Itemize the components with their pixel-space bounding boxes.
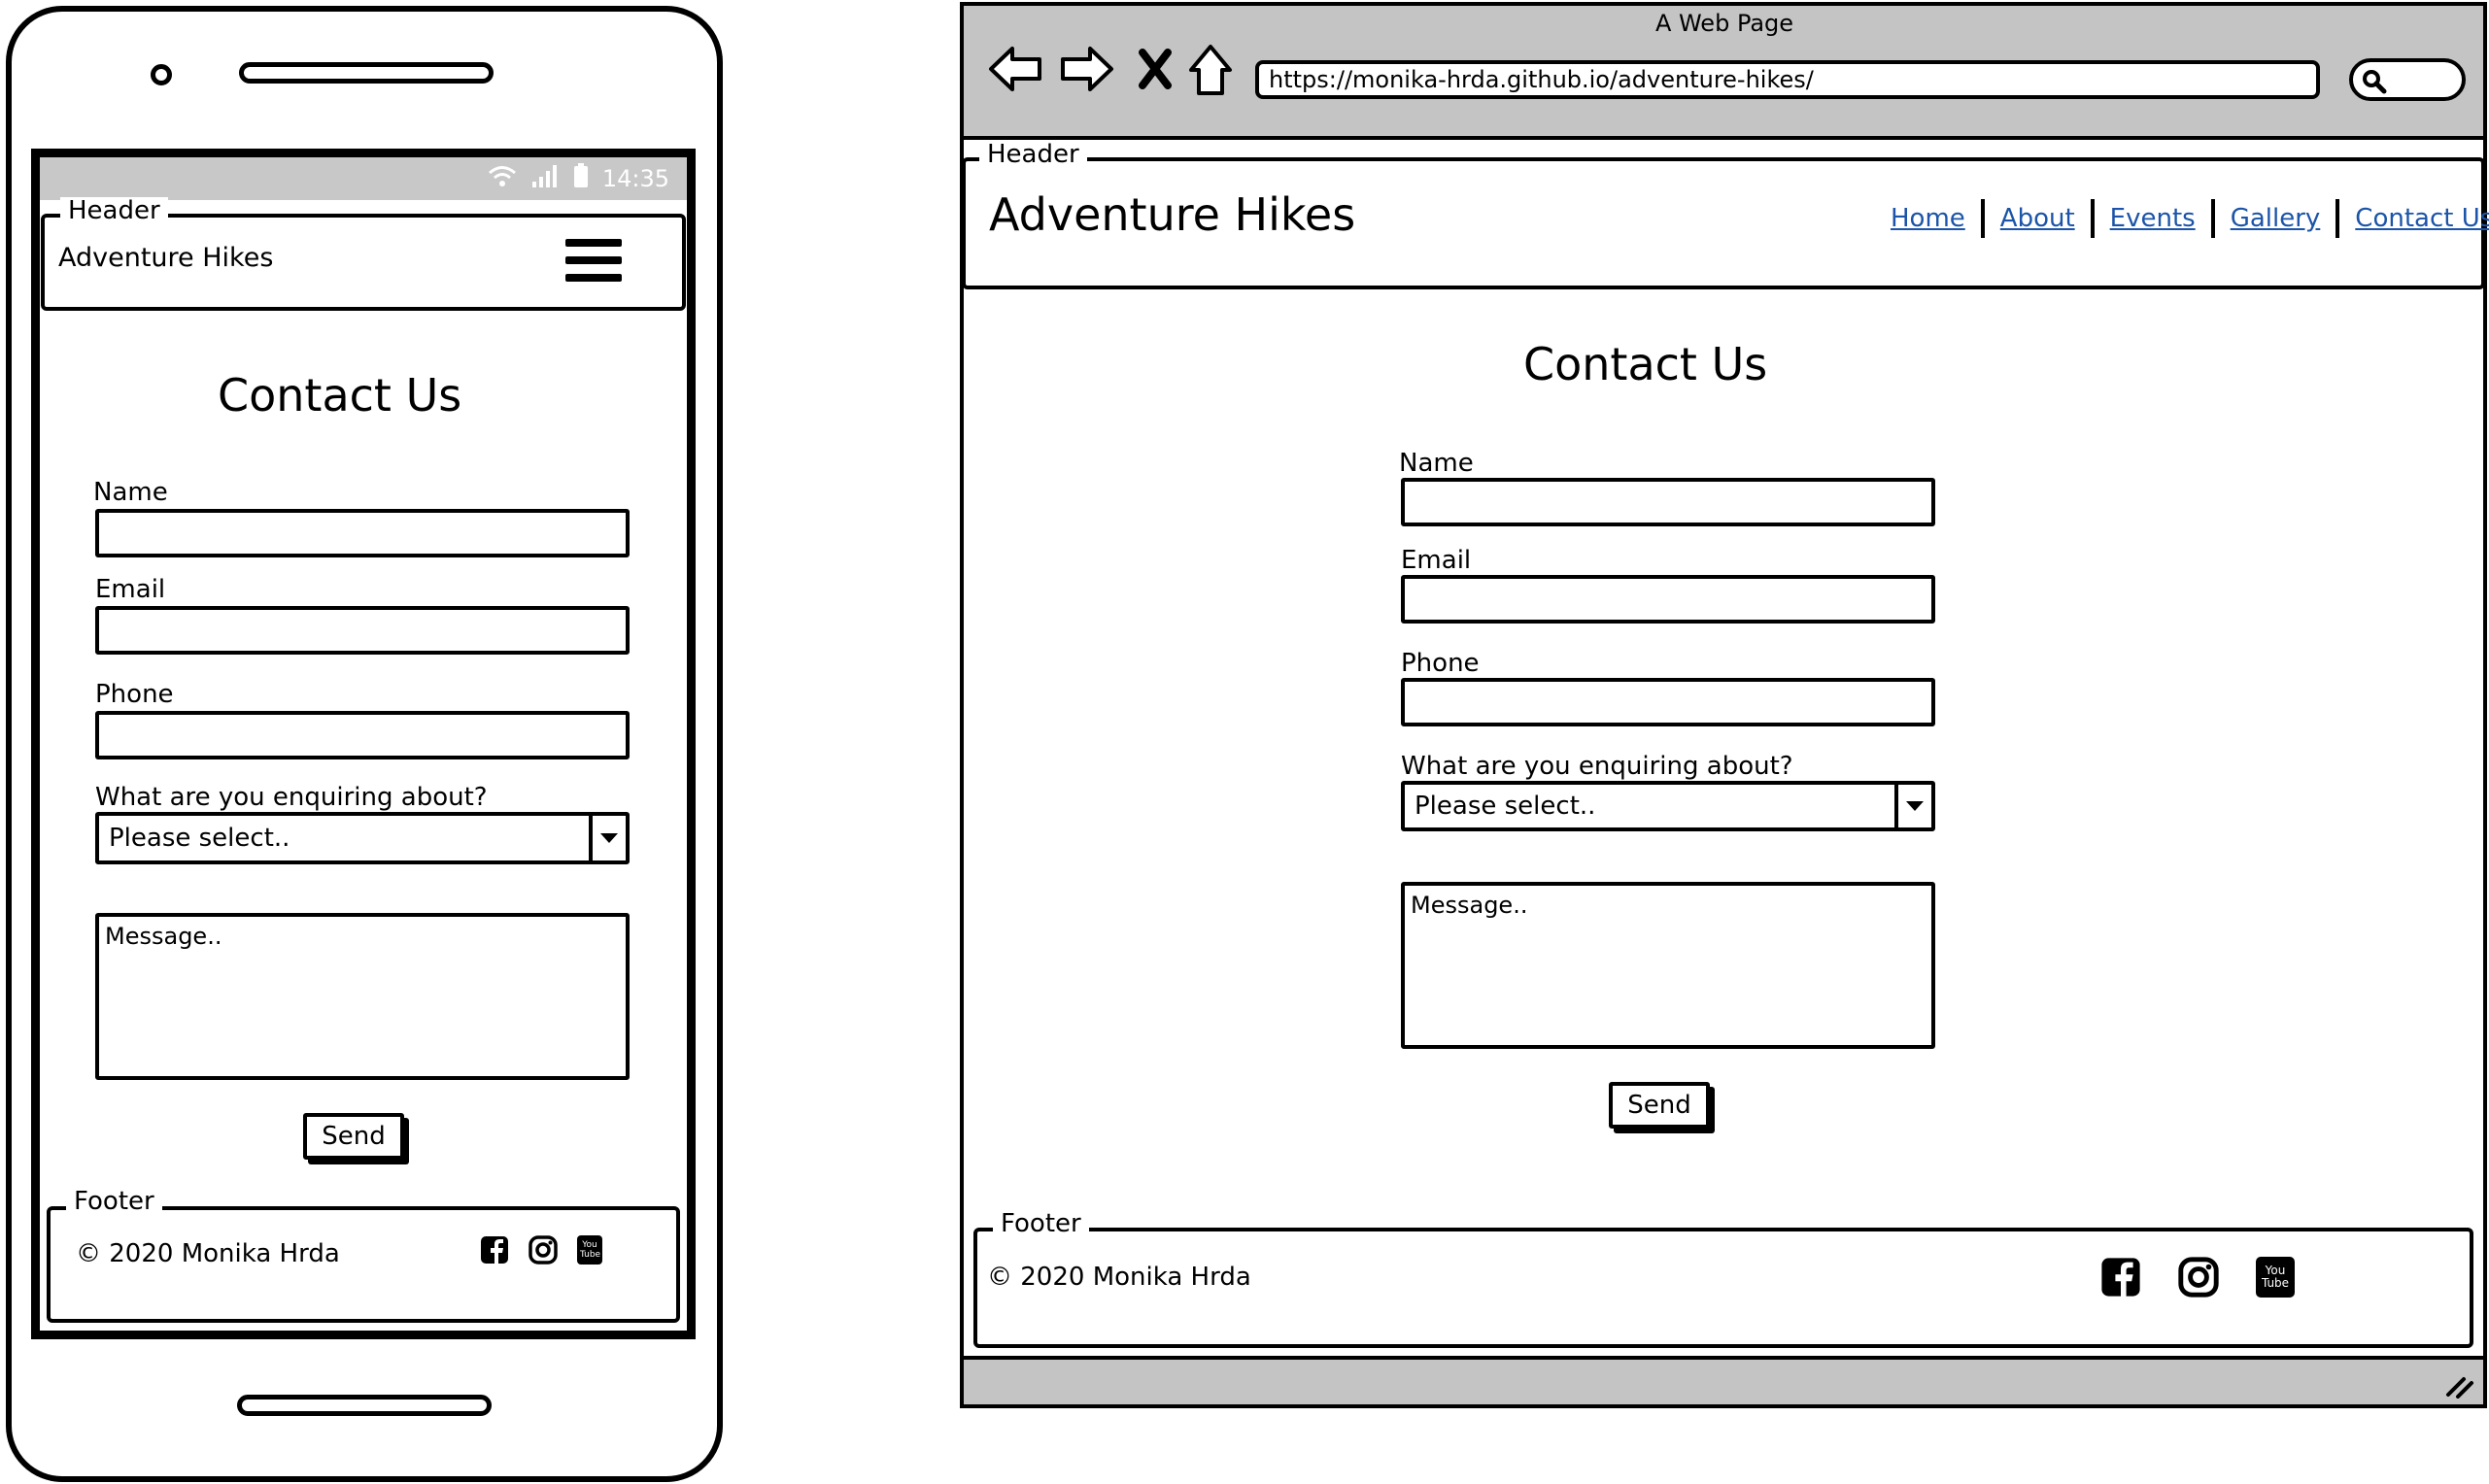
desktop-email-label: Email	[1401, 546, 1472, 575]
desktop-message-textarea[interactable]: Message..	[1401, 882, 1935, 1049]
phone-speaker	[239, 62, 494, 84]
facebook-icon[interactable]	[2100, 1257, 2141, 1298]
mobile-page-title: Contact Us	[218, 369, 462, 422]
mobile-enquiry-label: What are you enquiring about?	[95, 783, 488, 812]
youtube-icon[interactable]: You Tube	[2256, 1257, 2295, 1298]
back-arrow-icon[interactable]	[987, 45, 1043, 97]
chevron-down-icon[interactable]	[589, 816, 626, 860]
desktop-name-label: Name	[1399, 449, 1474, 478]
mobile-youtube-text: You Tube	[580, 1240, 601, 1260]
mobile-message-textarea[interactable]: Message..	[95, 913, 630, 1080]
mobile-footer-label: Footer	[66, 1188, 162, 1215]
nav-separator	[2210, 199, 2215, 238]
browser-status-bar	[964, 1356, 2483, 1404]
desktop-enquiry-select[interactable]: Please select..	[1401, 781, 1935, 831]
forward-arrow-icon[interactable]	[1059, 45, 1115, 97]
window-title: A Web Page	[1654, 10, 1794, 37]
mobile-send-label: Send	[322, 1122, 386, 1151]
desktop-name-input[interactable]	[1401, 478, 1935, 526]
status-time: 14:35	[601, 165, 669, 192]
mobile-header-label: Header	[60, 197, 168, 224]
instagram-icon[interactable]	[2178, 1257, 2219, 1298]
nav-link-home[interactable]: Home	[1891, 204, 1965, 233]
mobile-social-icons: You Tube	[480, 1235, 602, 1265]
desktop-youtube-text: You Tube	[2261, 1264, 2290, 1290]
desktop-enquiry-label: What are you enquiring about?	[1401, 752, 1793, 781]
mobile-message-placeholder: Message..	[105, 923, 222, 950]
desktop-page-title: Contact Us	[1523, 338, 1768, 390]
instagram-icon[interactable]	[528, 1235, 558, 1265]
mobile-select-value: Please select..	[109, 824, 290, 853]
desktop-header-label: Header	[979, 141, 1087, 168]
nav-link-gallery[interactable]: Gallery	[2231, 204, 2321, 233]
browser-search-field[interactable]	[2349, 58, 2466, 101]
signal-icon	[530, 164, 560, 193]
nav-link-about[interactable]: About	[2000, 204, 2075, 233]
mobile-email-input[interactable]	[95, 606, 630, 655]
home-icon[interactable]	[1187, 43, 1234, 101]
desktop-phone-label: Phone	[1401, 649, 1480, 678]
desktop-select-value: Please select..	[1415, 792, 1596, 821]
facebook-icon[interactable]	[480, 1235, 509, 1265]
mobile-send-button[interactable]: Send	[303, 1113, 404, 1160]
phone-camera	[151, 64, 172, 85]
desktop-send-label: Send	[1627, 1091, 1691, 1120]
desktop-message-placeholder: Message..	[1411, 892, 1528, 919]
wifi-icon	[488, 164, 517, 193]
nav-separator	[2090, 199, 2095, 238]
hamburger-menu-icon[interactable]	[565, 237, 622, 287]
youtube-icon[interactable]: You Tube	[577, 1235, 602, 1265]
desktop-send-button[interactable]: Send	[1609, 1082, 1710, 1129]
desktop-copyright: © 2020 Monika Hrda	[987, 1263, 1251, 1292]
mobile-name-label: Name	[93, 478, 168, 507]
mobile-copyright: © 2020 Monika Hrda	[76, 1239, 340, 1268]
mobile-phone-label: Phone	[95, 680, 174, 709]
phone-status-bar: 14:35	[40, 157, 687, 200]
desktop-social-icons: You Tube	[2100, 1257, 2295, 1298]
nav-separator	[2336, 199, 2340, 238]
stop-icon[interactable]	[1137, 49, 1174, 93]
main-nav: Home About Events Gallery Contact Us	[1891, 199, 2489, 238]
status-icons: 14:35	[488, 163, 669, 194]
desktop-footer-label: Footer	[993, 1210, 1089, 1237]
desktop-email-input[interactable]	[1401, 575, 1935, 624]
phone-home-button[interactable]	[237, 1395, 492, 1416]
nav-link-contact[interactable]: Contact Us	[2355, 204, 2489, 233]
nav-link-events[interactable]: Events	[2110, 204, 2196, 233]
mobile-phone-input[interactable]	[95, 711, 630, 759]
mobile-brand[interactable]: Adventure Hikes	[58, 243, 273, 273]
chevron-down-icon[interactable]	[1894, 785, 1931, 827]
mobile-name-input[interactable]	[95, 509, 630, 557]
search-icon[interactable]	[2361, 68, 2388, 99]
nav-separator	[1980, 199, 1985, 238]
battery-icon	[573, 163, 589, 194]
url-bar[interactable]: https://monika-hrda.github.io/adventure-…	[1255, 60, 2320, 99]
mobile-enquiry-select[interactable]: Please select..	[95, 812, 630, 864]
url-text: https://monika-hrda.github.io/adventure-…	[1269, 66, 1814, 93]
desktop-phone-input[interactable]	[1401, 678, 1935, 726]
desktop-brand[interactable]: Adventure Hikes	[989, 188, 1355, 241]
mobile-email-label: Email	[95, 575, 166, 604]
resize-grip-icon[interactable]	[2442, 1369, 2475, 1402]
